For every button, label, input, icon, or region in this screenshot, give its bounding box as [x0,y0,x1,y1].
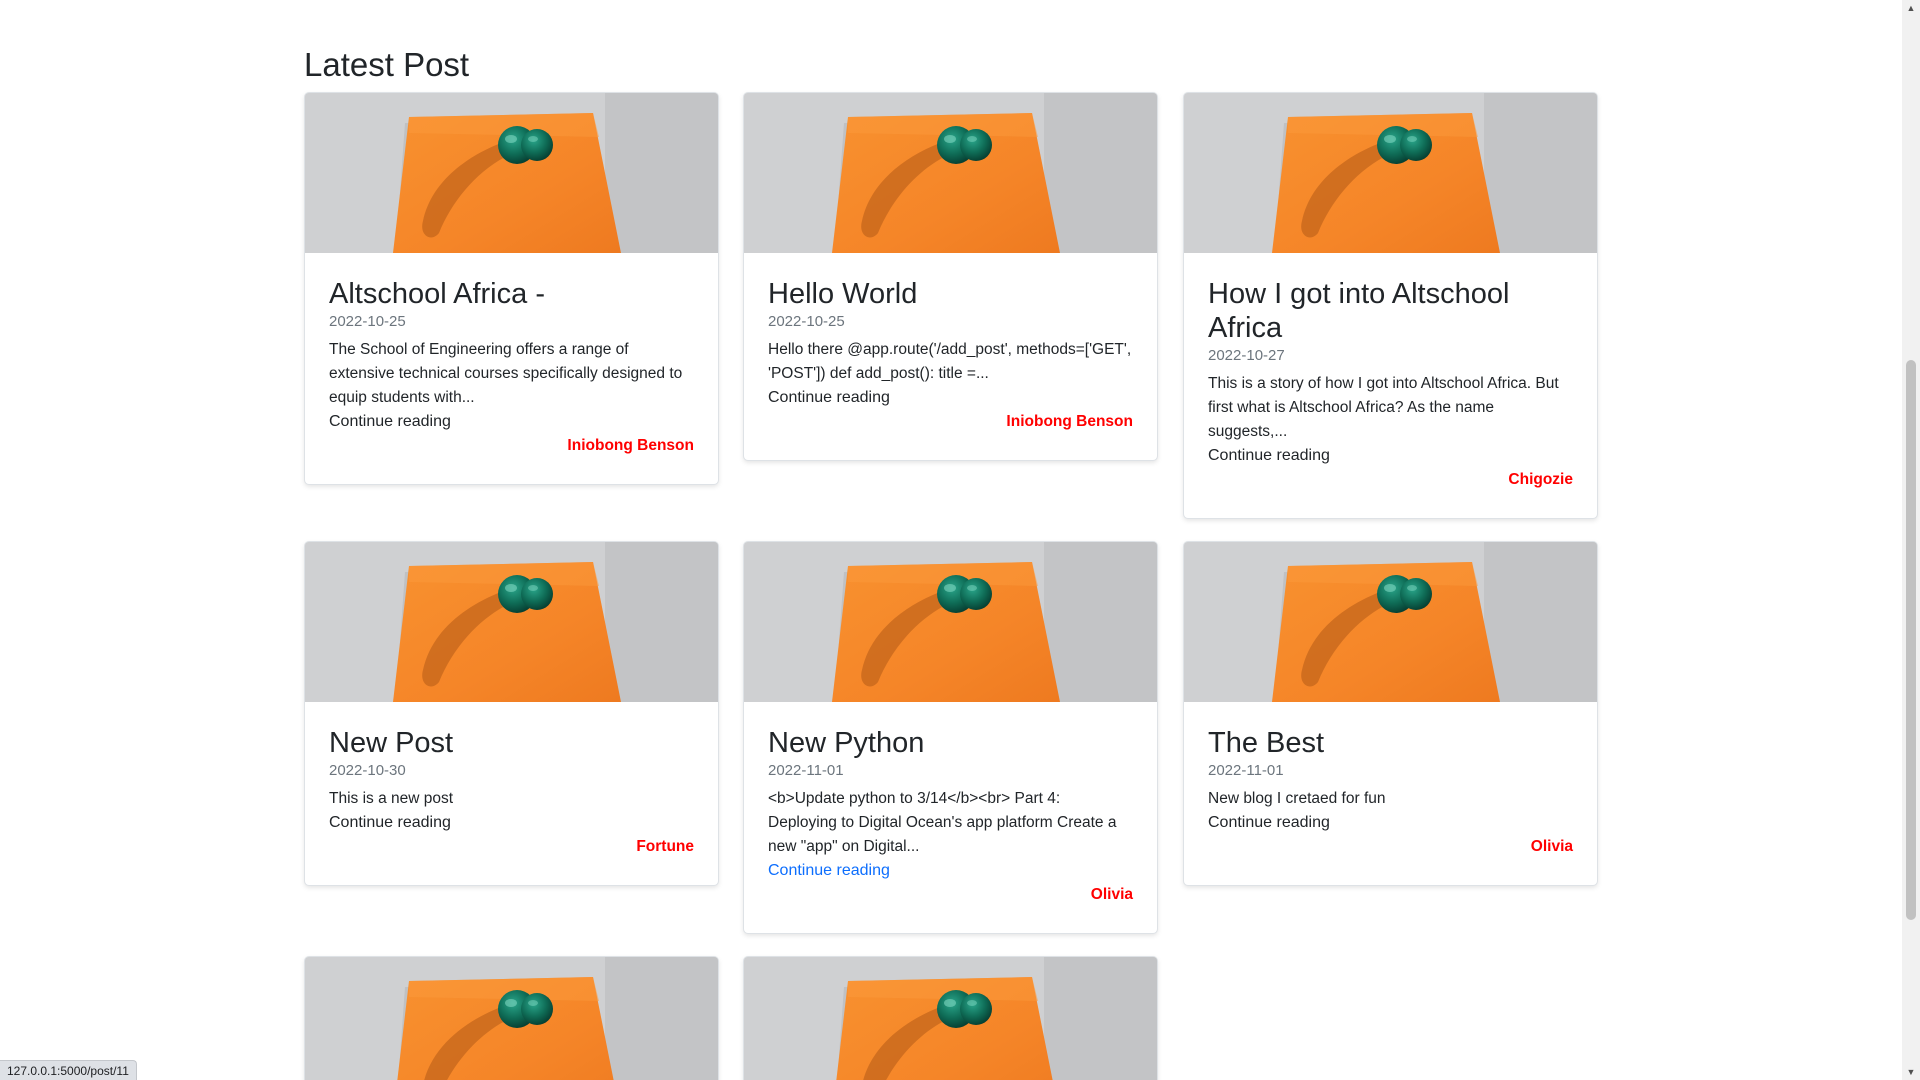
post-card-body: How I got into Altschool Africa 2022-10-… [1184,253,1597,518]
post-author: Olivia [1530,838,1573,855]
post-title[interactable]: New Post [329,726,694,760]
post-author: Iniobong Benson [1006,413,1133,430]
post-card[interactable]: The Best 2022-11-01 New blog I cretaed f… [1183,541,1598,886]
sticky-note-icon [305,957,718,1080]
post-image[interactable] [744,93,1157,253]
post-card[interactable]: Hello World 2022-10-25 Hello there @app.… [743,92,1158,461]
post-excerpt: The School of Engineering offers a range… [329,341,683,406]
post-author: Chigozie [1508,471,1573,488]
continue-reading-link[interactable]: Continue reading [1208,444,1573,468]
post-title[interactable]: The Best [1208,726,1573,760]
post-card-body: The Best 2022-11-01 New blog I cretaed f… [1184,702,1597,885]
blog-page: Latest Post Altschool Africa - 2022-10-2… [0,0,1920,1080]
continue-reading-link[interactable]: Continue reading [1208,811,1573,835]
post-author: Fortune [636,838,694,855]
sticky-note-icon [744,93,1157,253]
sticky-note-icon [305,542,718,702]
section-title: Latest Post [304,46,470,83]
post-card-body: New Post 2022-10-30 This is a new post C… [305,702,718,885]
post-card-body: Hello World 2022-10-25 Hello there @app.… [744,253,1157,460]
post-image[interactable] [744,542,1157,702]
post-excerpt: This is a story of how I got into Altsch… [1208,375,1559,440]
sticky-note-icon [744,957,1157,1080]
post-card[interactable]: How I got into Altschool Africa 2022-10-… [1183,92,1598,519]
post-excerpt: Hello there @app.route('/add_post', meth… [768,341,1132,382]
post-card[interactable] [743,956,1158,1080]
post-image[interactable] [305,957,718,1080]
continue-reading-link[interactable]: Continue reading [768,386,1133,410]
post-card[interactable] [304,956,719,1080]
continue-reading-link[interactable]: Continue reading [329,410,694,434]
scrollbar-thumb[interactable] [1906,360,1916,920]
post-image[interactable] [305,93,718,253]
post-date: 2022-10-25 [329,313,406,330]
scroll-down-arrow-icon[interactable]: ▼ [1902,1064,1920,1080]
sticky-note-icon [305,93,718,253]
post-author: Olivia [1090,886,1133,903]
status-bar-url: 127.0.0.1:5000/post/11 [0,1060,137,1080]
post-excerpt: New blog I cretaed for fun [1208,790,1386,807]
scroll-up-arrow-icon[interactable]: ▲ [1902,0,1920,16]
post-title[interactable]: Hello World [768,277,1133,311]
sticky-note-icon [1184,93,1597,253]
post-excerpt: <b>Update python to 3/14</b><br> Part 4:… [768,790,1117,855]
post-excerpt: This is a new post [329,790,454,807]
post-title[interactable]: How I got into Altschool Africa [1208,277,1573,345]
continue-reading-link[interactable]: Continue reading [329,811,694,835]
sticky-note-icon [744,542,1157,702]
post-author: Iniobong Benson [567,437,694,454]
post-image[interactable] [1184,542,1597,702]
sticky-note-icon [1184,542,1597,702]
post-image[interactable] [305,542,718,702]
post-card-body: Altschool Africa - 2022-10-25 The School… [305,253,718,484]
post-card[interactable]: Altschool Africa - 2022-10-25 The School… [304,92,719,485]
vertical-scrollbar[interactable]: ▲ ▼ [1902,0,1920,1080]
post-image[interactable] [1184,93,1597,253]
post-image[interactable] [744,957,1157,1080]
post-card[interactable]: New Post 2022-10-30 This is a new post C… [304,541,719,886]
post-card-body: New Python 2022-11-01 <b>Update python t… [744,702,1157,933]
continue-reading-link[interactable]: Continue reading [768,859,1133,883]
post-title[interactable]: Altschool Africa - [329,277,694,311]
post-card[interactable]: New Python 2022-11-01 <b>Update python t… [743,541,1158,934]
post-date: 2022-11-01 [1208,762,1284,779]
post-date: 2022-10-25 [768,313,845,330]
post-date: 2022-10-27 [1208,347,1285,364]
post-date: 2022-10-30 [329,762,406,779]
latest-posts-section: Latest Post Altschool Africa - 2022-10-2… [304,44,1600,1080]
post-date: 2022-11-01 [768,762,844,779]
post-title[interactable]: New Python [768,726,1133,760]
